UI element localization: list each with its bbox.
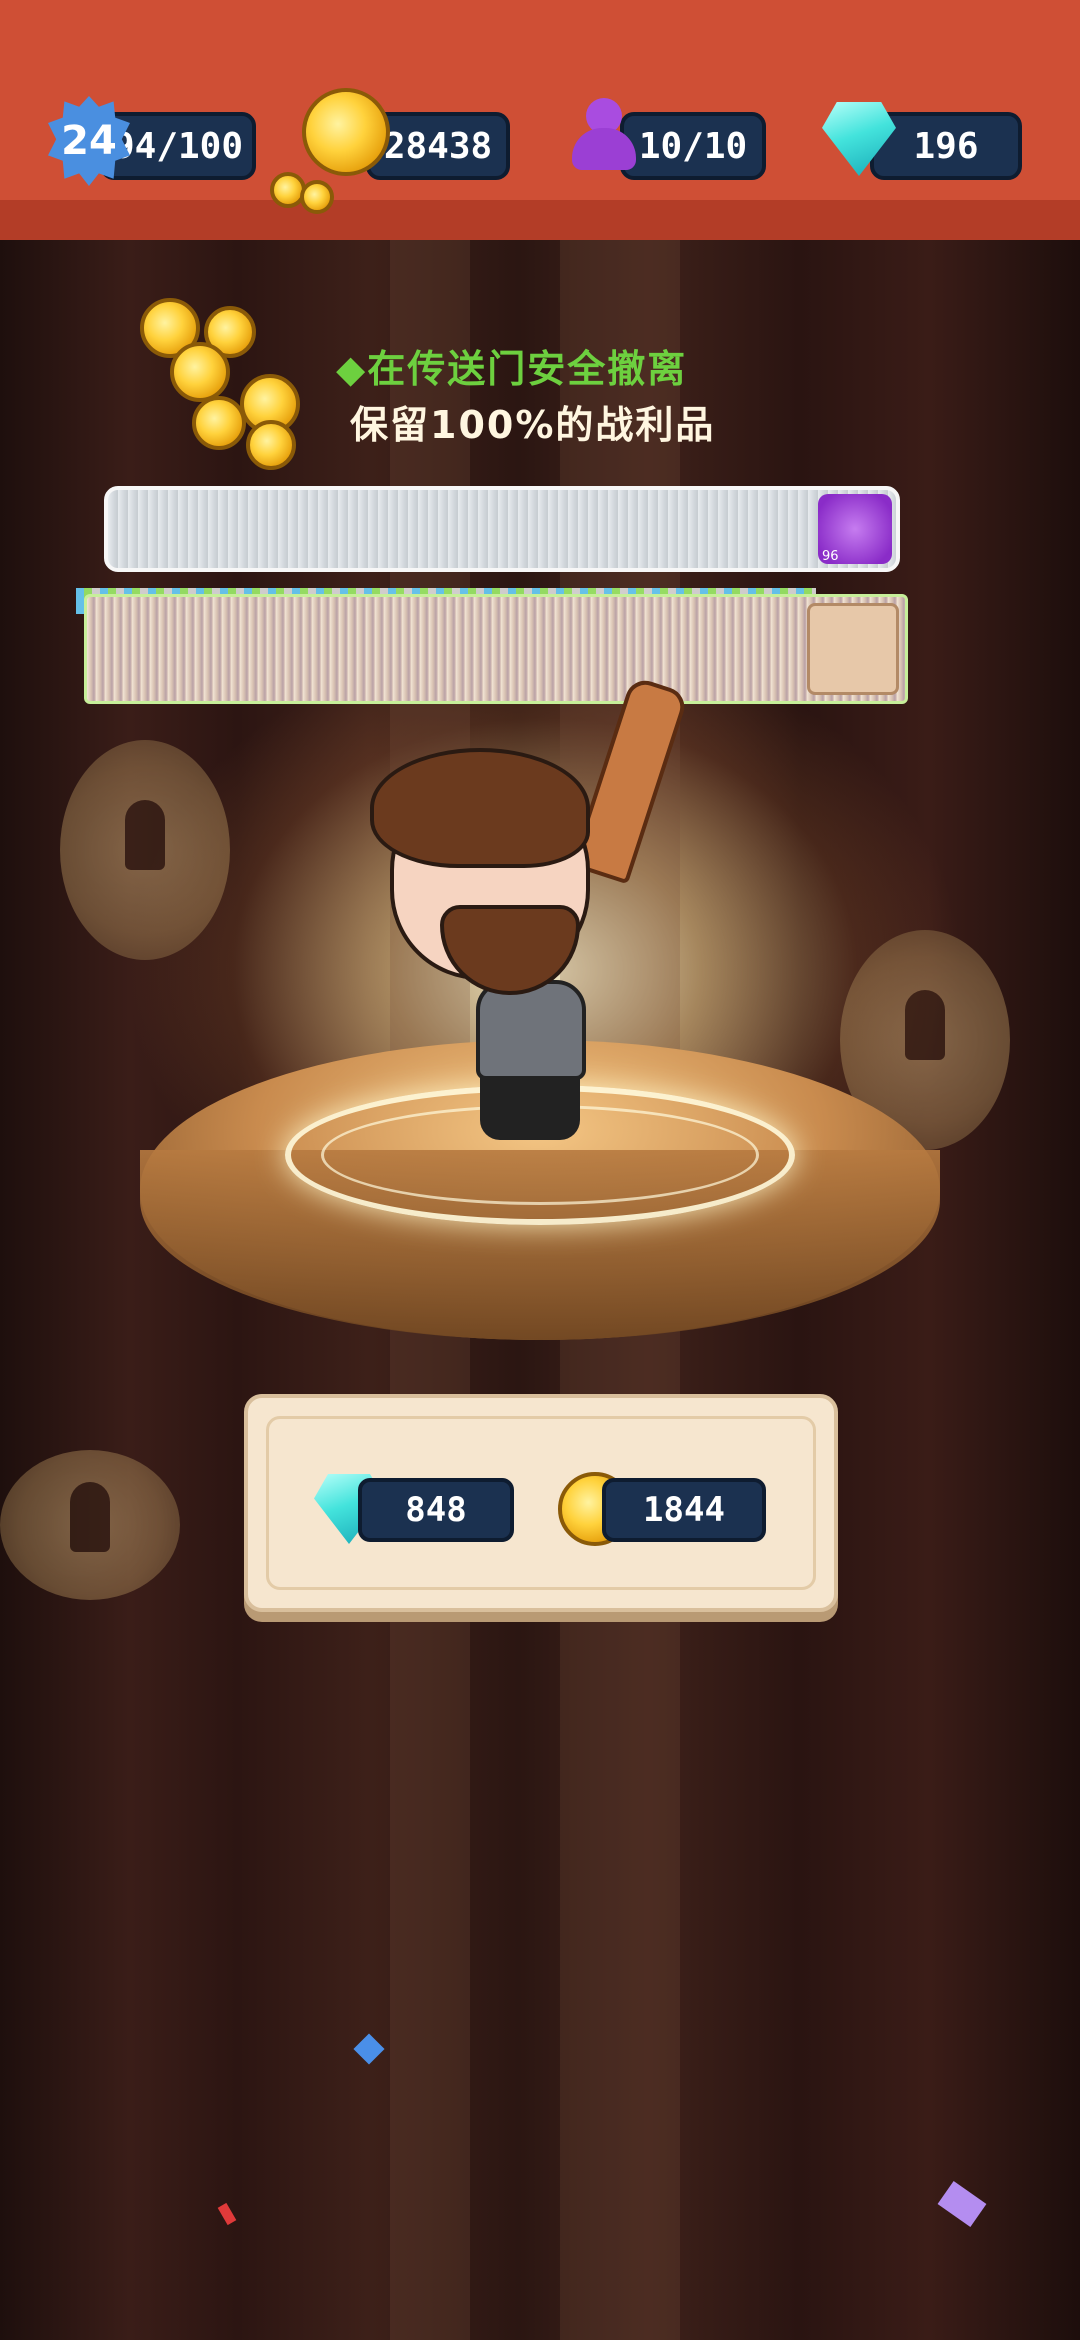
ore-item-icon[interactable] — [807, 603, 899, 695]
armor-item-icon[interactable]: 96 — [818, 494, 892, 564]
hero-body — [476, 980, 586, 1080]
gem-counter[interactable]: 196 — [870, 112, 1022, 180]
party-counter[interactable]: 10/10 — [620, 112, 766, 180]
collected-equipment-strip: 96 — [104, 486, 900, 572]
portal-tip-subtitle: 保留100%的战利品 — [350, 403, 716, 447]
gold-coin-icon — [192, 396, 246, 450]
gold-coin-icon — [300, 180, 334, 214]
reward-gems-amount: 848 — [358, 1478, 514, 1542]
gold-coin-icon — [170, 342, 230, 402]
hero-hair — [370, 748, 590, 868]
gold-coin-icon — [246, 420, 296, 470]
item-level-label: 96 — [822, 549, 839, 564]
collected-materials-strip — [84, 594, 908, 704]
keyhole-decoration — [0, 1450, 180, 1600]
reward-gold-amount: 1844 — [602, 1478, 766, 1542]
reward-panel: 848 1844 — [244, 1394, 838, 1612]
portal-tip-title: ◆在传送门安全撤离 — [336, 347, 688, 391]
party-member-icon — [568, 98, 640, 178]
gold-coin-icon — [302, 88, 390, 176]
keyhole-decoration — [60, 740, 230, 960]
